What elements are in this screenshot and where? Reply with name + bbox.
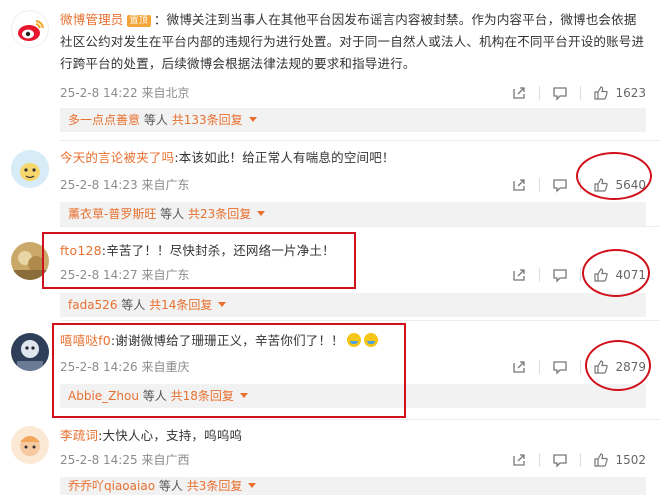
reply-count[interactable]: 共14条回复 (149, 298, 212, 312)
share-icon[interactable] (511, 452, 527, 468)
divider (580, 453, 582, 467)
like-count: 1502 (615, 453, 646, 467)
reply-username[interactable]: fada526 (68, 298, 117, 312)
avatar[interactable] (11, 10, 49, 48)
comment-date: 25-2-8 14:25 (60, 453, 138, 467)
comment-icon[interactable] (552, 359, 568, 375)
reply-count[interactable]: 共3条回复 (187, 479, 243, 493)
reply-summary[interactable]: 乔乔吖qiaoaiao 等人 共3条回复 (60, 477, 646, 495)
share-icon[interactable] (511, 177, 527, 193)
comment-actions: 1623 (511, 85, 646, 101)
reply-username[interactable]: 乔乔吖qiaoaiao (68, 479, 155, 493)
comment-icon[interactable] (552, 267, 568, 283)
like-count: 1623 (615, 86, 646, 100)
reply-username[interactable]: 薰衣草-普罗斯旺 (68, 207, 156, 221)
username[interactable]: 今天的言论被夹了吗 (60, 150, 174, 165)
share-icon[interactable] (511, 85, 527, 101)
highlight-oval (576, 152, 652, 200)
comment-body: 大快人心，支持，呜呜呜 (102, 428, 243, 443)
comment-actions: 1502 (511, 452, 646, 468)
divider (580, 360, 582, 374)
avatar[interactable] (11, 426, 49, 464)
username[interactable]: 微博管理员 (60, 12, 124, 27)
caret-down-icon[interactable] (257, 211, 266, 216)
reply-summary[interactable]: 多一点点善意 等人 共133条回复 (60, 108, 646, 132)
username[interactable]: 李疏词 (60, 428, 98, 443)
reply-count[interactable]: 共23条回复 (188, 207, 251, 221)
reply-summary[interactable]: 薰衣草-普罗斯旺 等人 共23条回复 (60, 202, 646, 226)
share-icon[interactable] (511, 359, 527, 375)
divider (539, 178, 541, 192)
comment-date: 25-2-8 14:23 (60, 178, 138, 192)
caret-down-icon[interactable] (248, 117, 257, 122)
comment-icon[interactable] (552, 177, 568, 193)
thumbs-up-icon (594, 453, 609, 467)
reply-username[interactable]: 多一点点善意 (68, 113, 140, 127)
reply-count[interactable]: 共133条回复 (172, 113, 243, 127)
comment-meta: 25-2-8 14:25 来自广西 (60, 452, 189, 468)
reply-summary[interactable]: fada526 等人 共14条回复 (60, 293, 646, 317)
comment-item: 今天的言论被夹了吗:本该如此！给正常人有喘息的空间吧！ 25-2-8 14:23… (0, 141, 660, 226)
comment-date: 25-2-8 14:22 (60, 86, 138, 100)
divider (580, 86, 582, 100)
like-button[interactable]: 1623 (593, 85, 646, 101)
share-icon[interactable] (511, 267, 527, 283)
divider (539, 268, 541, 282)
comment-location: 来自广西 (141, 453, 190, 467)
comment-text: 微博管理员 置顶 ：微博关注到当事人在其他平台因发布谣言内容被封禁。作为内容平台，微… (60, 12, 645, 71)
divider (539, 360, 541, 374)
highlight-box (42, 232, 356, 289)
caret-down-icon[interactable] (248, 483, 257, 488)
comment-location: 来自广东 (141, 178, 190, 192)
divider (539, 86, 541, 100)
pinned-badge: 置顶 (126, 15, 151, 27)
comment-text: 今天的言论被夹了吗:本该如此！给正常人有喘息的空间吧！ (60, 150, 395, 165)
comment-icon[interactable] (552, 452, 568, 468)
caret-down-icon[interactable] (218, 302, 227, 307)
comment-location: 来自北京 (141, 86, 190, 100)
comment-item: 李疏词:大快人心，支持，呜呜呜 25-2-8 14:25 来自广西 1502 乔… (0, 420, 660, 495)
thumbs-up-icon (594, 86, 609, 100)
highlight-box (52, 323, 406, 418)
comment-item: 微博管理员 置顶 ：微博关注到当事人在其他平台因发布谣言内容被封禁。作为内容平台，微… (0, 0, 660, 140)
avatar[interactable] (11, 333, 49, 371)
comment-text: 李疏词:大快人心，支持，呜呜呜 (60, 428, 243, 443)
highlight-oval (582, 249, 650, 297)
divider (539, 453, 541, 467)
comment-body: 本该如此！给正常人有喘息的空间吧！ (178, 150, 395, 165)
like-button[interactable]: 1502 (593, 452, 646, 468)
comment-meta: 25-2-8 14:22 来自北京 (60, 85, 189, 101)
avatar[interactable] (11, 150, 49, 188)
comment-meta: 25-2-8 14:23 来自广东 (60, 177, 189, 193)
highlight-oval (585, 340, 651, 391)
comment-icon[interactable] (552, 85, 568, 101)
